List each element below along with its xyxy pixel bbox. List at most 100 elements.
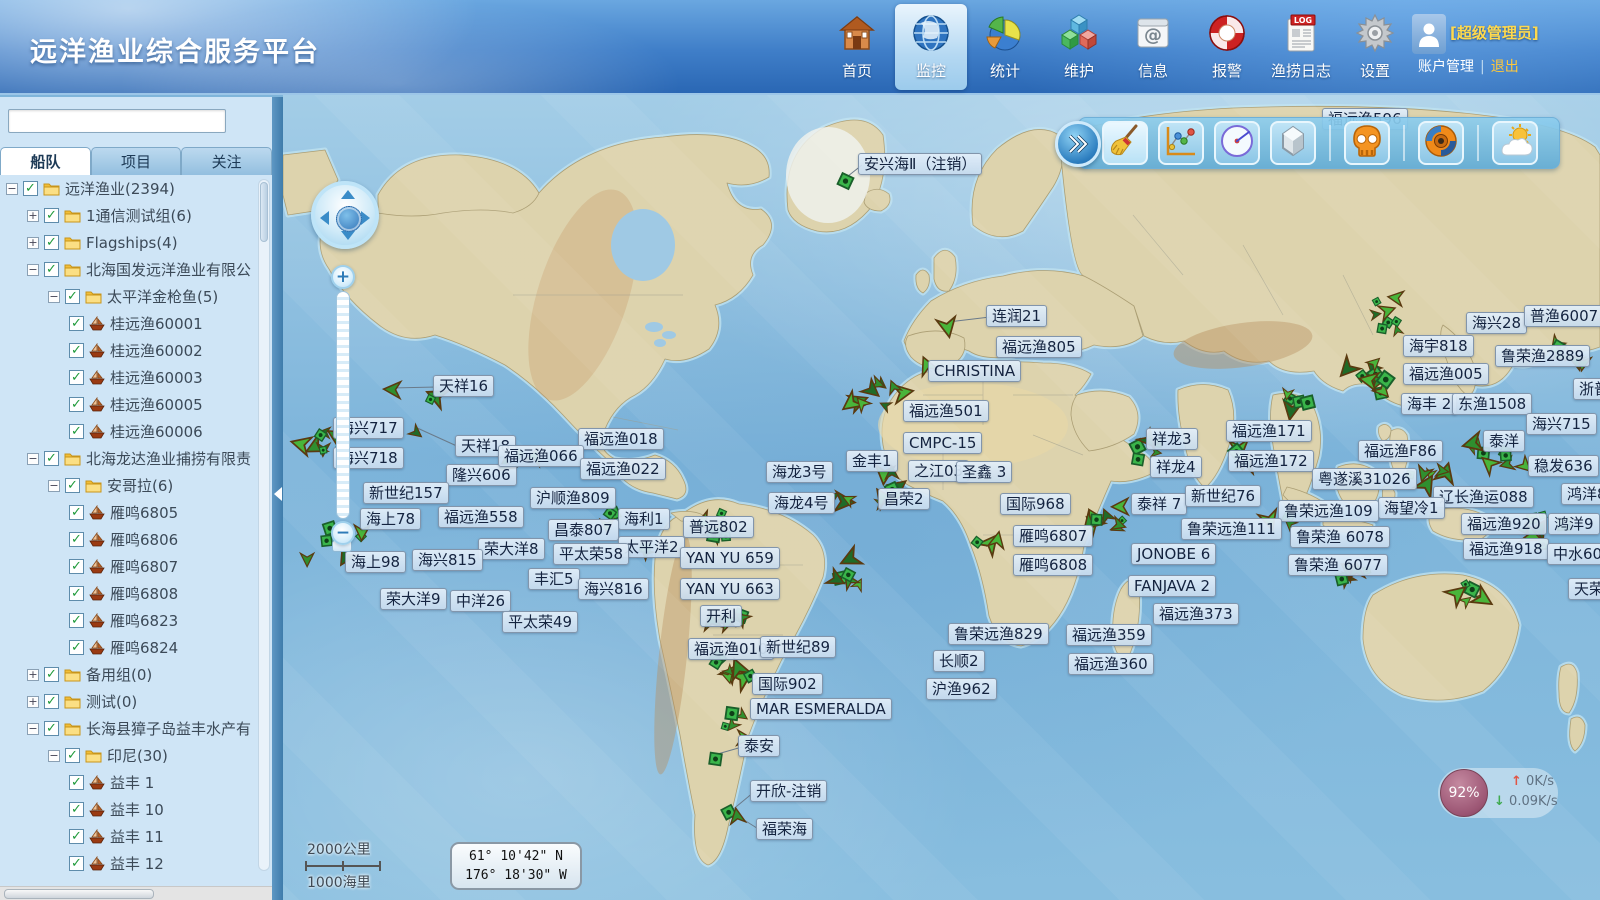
tree-checkbox[interactable]: ✓ bbox=[69, 532, 84, 547]
tree-checkbox[interactable]: ✓ bbox=[69, 640, 84, 655]
tree-vessel-row[interactable]: ✓雁鸣6823 bbox=[0, 607, 258, 634]
vessel-label[interactable]: 福远渔005 bbox=[1403, 363, 1489, 385]
vessel-label[interactable]: 祥龙3 bbox=[1146, 428, 1198, 450]
tree-vessel-row[interactable]: ✓益丰 11 bbox=[0, 823, 258, 850]
vessel-label[interactable]: 新世纪89 bbox=[760, 636, 836, 658]
collapse-node-icon[interactable]: − bbox=[27, 264, 39, 276]
vessel-label[interactable]: 福远渔172 bbox=[1228, 450, 1314, 472]
tree-vessel-row[interactable]: ✓益丰 12 bbox=[0, 850, 258, 875]
vessel-label[interactable]: 沪顺渔809 bbox=[530, 487, 616, 509]
vessel-label[interactable]: 稳发636 bbox=[1528, 455, 1599, 477]
vessel-label[interactable]: 雁鸣6807 bbox=[1013, 525, 1093, 547]
tab-船队[interactable]: 船队 bbox=[0, 147, 91, 175]
tree-checkbox[interactable]: ✓ bbox=[69, 370, 84, 385]
vessel-label[interactable]: YAN YU 659 bbox=[680, 547, 780, 569]
vessel-label[interactable]: 天祥16 bbox=[433, 375, 494, 397]
collapse-node-icon[interactable]: − bbox=[27, 453, 39, 465]
vessel-label[interactable]: 鲁荣远渔829 bbox=[948, 623, 1049, 645]
tree-folder-row[interactable]: −✓长海县獐子岛益丰水产有 bbox=[0, 715, 258, 742]
expand-node-icon[interactable]: + bbox=[27, 237, 39, 249]
pan-down-arrow-icon[interactable] bbox=[341, 231, 355, 240]
vessel-label[interactable]: 福远渔022 bbox=[580, 458, 666, 480]
pan-center-globe-icon[interactable] bbox=[336, 206, 362, 232]
vessel-label[interactable]: CMPC-15 bbox=[903, 432, 982, 454]
vessel-label[interactable]: 福远渔066 bbox=[498, 445, 584, 467]
vessel-label[interactable]: 鲁荣渔2889 bbox=[1495, 345, 1590, 367]
vessel-label[interactable]: 福远渔920 bbox=[1461, 513, 1547, 535]
vessel-label[interactable]: 浙普 bbox=[1573, 378, 1600, 400]
vessel-label[interactable]: 长顺2 bbox=[933, 650, 985, 672]
tree-checkbox[interactable]: ✓ bbox=[44, 235, 59, 250]
vessel-label[interactable]: YAN YU 663 bbox=[680, 578, 780, 600]
vessel-label[interactable]: 海兴715 bbox=[1526, 413, 1597, 435]
vessel-label[interactable]: 连润21 bbox=[986, 305, 1047, 327]
vessel-label[interactable]: 福远渔373 bbox=[1153, 603, 1239, 625]
toolbar-button-weather[interactable] bbox=[1492, 121, 1538, 165]
vessel-label[interactable]: 中水608 bbox=[1547, 543, 1600, 565]
tree-vessel-row[interactable]: ✓桂远渔60005 bbox=[0, 391, 258, 418]
vessel-label[interactable]: 鸿洋88 bbox=[1561, 483, 1600, 505]
tree-vessel-row[interactable]: ✓雁鸣6806 bbox=[0, 526, 258, 553]
pan-right-arrow-icon[interactable] bbox=[361, 211, 370, 225]
tree-checkbox[interactable]: ✓ bbox=[69, 397, 84, 412]
tree-vessel-row[interactable]: ✓雁鸣6824 bbox=[0, 634, 258, 661]
toolbar-button-skull[interactable] bbox=[1344, 121, 1390, 165]
tree-vertical-scrollbar[interactable] bbox=[258, 179, 270, 871]
nav-item-4[interactable]: 维护 bbox=[1043, 4, 1115, 90]
nav-item-8[interactable]: 设置 bbox=[1339, 4, 1411, 90]
vessel-label[interactable]: 福远渔558 bbox=[438, 506, 524, 528]
vessel-label[interactable]: 祥龙4 bbox=[1150, 456, 1202, 478]
tree-checkbox[interactable]: ✓ bbox=[44, 208, 59, 223]
tree-checkbox[interactable]: ✓ bbox=[69, 829, 84, 844]
vessel-label[interactable]: 平太荣58 bbox=[553, 543, 629, 565]
vessel-label[interactable]: 海宇818 bbox=[1403, 335, 1474, 357]
vessel-label[interactable]: 天荣 bbox=[1568, 578, 1600, 600]
nav-item-5[interactable]: @信息 bbox=[1117, 4, 1189, 90]
vessel-label[interactable]: 鸿洋9 bbox=[1548, 513, 1600, 535]
tree-checkbox[interactable]: ✓ bbox=[44, 721, 59, 736]
vessel-label[interactable]: 鲁荣渔 6078 bbox=[1290, 526, 1390, 548]
vessel-label[interactable]: 福远渔501 bbox=[903, 400, 989, 422]
vessel-label[interactable]: 沪渔962 bbox=[926, 678, 997, 700]
tree-checkbox[interactable]: ✓ bbox=[23, 181, 38, 196]
tree-checkbox[interactable]: ✓ bbox=[44, 694, 59, 709]
collapse-node-icon[interactable]: − bbox=[48, 291, 60, 303]
tree-checkbox[interactable]: ✓ bbox=[69, 343, 84, 358]
vessel-label[interactable]: 隆兴606 bbox=[446, 464, 517, 486]
sidebar-collapse-strip[interactable] bbox=[272, 97, 283, 900]
tree-folder-row[interactable]: −✓北海国发远洋渔业有限公 bbox=[0, 256, 258, 283]
toolbar-button-compass[interactable] bbox=[1214, 121, 1260, 165]
zoom-slider-track[interactable] bbox=[336, 291, 350, 519]
tree-folder-row[interactable]: −✓安哥拉(6) bbox=[0, 472, 258, 499]
tree-checkbox[interactable]: ✓ bbox=[69, 424, 84, 439]
nav-item-3[interactable]: 统计 bbox=[969, 4, 1041, 90]
tree-folder-row[interactable]: −✓印尼(30) bbox=[0, 742, 258, 769]
vessel-label[interactable]: 昌泰807 bbox=[548, 519, 619, 541]
pan-up-arrow-icon[interactable] bbox=[341, 190, 355, 199]
tree-vessel-row[interactable]: ✓益丰 10 bbox=[0, 796, 258, 823]
tree-checkbox[interactable]: ✓ bbox=[65, 748, 80, 763]
zoom-out-button[interactable]: − bbox=[331, 521, 355, 545]
vessel-label[interactable]: 海兴815 bbox=[412, 549, 483, 571]
vessel-label[interactable]: 泰祥 7 bbox=[1131, 493, 1187, 515]
tree-vessel-row[interactable]: ✓桂远渔60006 bbox=[0, 418, 258, 445]
vessel-label[interactable]: 泰洋 bbox=[1483, 430, 1525, 452]
vessel-label[interactable]: 粤遂溪31026 bbox=[1312, 468, 1417, 490]
tree-checkbox[interactable]: ✓ bbox=[65, 478, 80, 493]
zoom-in-button[interactable]: + bbox=[331, 265, 355, 289]
vessel-label[interactable]: 福远渔805 bbox=[996, 336, 1082, 358]
vessel-label[interactable]: 雁鸣6808 bbox=[1013, 554, 1093, 576]
vessel-label[interactable]: 中洋26 bbox=[450, 590, 511, 612]
nav-item-2[interactable]: 监控 bbox=[895, 4, 967, 90]
vessel-label[interactable]: 辽长渔运088 bbox=[1433, 486, 1534, 508]
vessel-label[interactable]: 福远渔359 bbox=[1066, 624, 1152, 646]
vessel-label[interactable]: 福远渔918 bbox=[1463, 538, 1549, 560]
vessel-label[interactable]: 东渔1508 bbox=[1452, 393, 1532, 415]
vessel-label[interactable]: 圣鑫 3 bbox=[956, 461, 1012, 483]
expand-node-icon[interactable]: + bbox=[27, 696, 39, 708]
vessel-label[interactable]: 安兴海Ⅱ（注销） bbox=[858, 153, 982, 175]
scrollbar-thumb[interactable] bbox=[4, 889, 154, 899]
collapse-node-icon[interactable]: − bbox=[48, 750, 60, 762]
tree-vessel-row[interactable]: ✓桂远渔60002 bbox=[0, 337, 258, 364]
tree-checkbox[interactable]: ✓ bbox=[69, 316, 84, 331]
